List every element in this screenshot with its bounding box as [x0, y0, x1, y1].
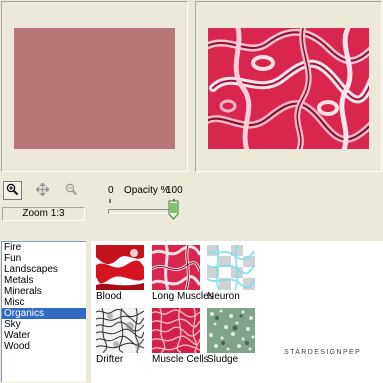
- organics-texture-preview: [208, 28, 369, 149]
- thumbnail-blood[interactable]: Blood: [96, 245, 146, 308]
- blood-texture-image: [96, 245, 144, 290]
- result-preview-panel: [195, 1, 382, 172]
- drifter-texture-image: [96, 308, 144, 353]
- zoom-in-button[interactable]: [3, 181, 22, 200]
- zoom-out-icon: [65, 183, 78, 199]
- pan-button[interactable]: [33, 181, 52, 200]
- long-muscles-texture-image: [152, 245, 200, 290]
- neuron-texture-image: [207, 245, 255, 290]
- zoom-out-button[interactable]: [62, 181, 81, 200]
- category-item-fun[interactable]: Fun: [2, 253, 86, 264]
- thumbnail-drifter[interactable]: Drifter: [96, 308, 146, 371]
- sludge-texture-image: [207, 308, 255, 353]
- zoom-in-icon: [6, 183, 19, 199]
- category-item-metals[interactable]: Metals: [2, 275, 86, 286]
- thumbnail-caption: Muscle Cells: [152, 354, 209, 365]
- category-item-minerals[interactable]: Minerals: [2, 286, 86, 297]
- source-color-swatch: [14, 28, 175, 149]
- thumbnail-neuron[interactable]: Neuron: [207, 245, 257, 308]
- opacity-max-label: 100: [166, 185, 183, 196]
- thumbnail-caption: Blood: [96, 291, 122, 302]
- zoom-level-display: Zoom 1:3: [2, 207, 85, 221]
- stardesign-logo: STARDESIGNPEP: [284, 349, 362, 356]
- source-preview-panel: [1, 1, 188, 172]
- thumbnail-muscle-cells[interactable]: Muscle Cells: [152, 308, 209, 371]
- opacity-label: Opacity %: [124, 185, 170, 196]
- opacity-slider-thumb[interactable]: [168, 200, 179, 220]
- thumbnail-caption: Long Muscles: [152, 291, 214, 302]
- category-item-organics[interactable]: Organics: [2, 308, 86, 319]
- category-item-sky[interactable]: Sky: [2, 319, 86, 330]
- opacity-min-label: 0: [108, 185, 114, 196]
- thumbnail-caption: Neuron: [207, 291, 240, 302]
- category-item-fire[interactable]: Fire: [2, 242, 86, 253]
- category-item-landscapes[interactable]: Landscapes: [2, 264, 86, 275]
- category-item-water[interactable]: Water: [2, 330, 86, 341]
- muscle-cells-texture-image: [152, 308, 200, 353]
- category-item-wood[interactable]: Wood: [2, 341, 86, 352]
- thumbnail-sludge[interactable]: Sludge: [207, 308, 257, 371]
- pan-move-icon: [35, 181, 50, 199]
- category-item-misc[interactable]: Misc: [2, 297, 86, 308]
- category-listbox[interactable]: Fire Fun Landscapes Metals Minerals Misc Organ…: [1, 241, 86, 382]
- thumbnail-caption: Drifter: [96, 354, 124, 365]
- texture-thumbnail-grid: Blood Long Muscles Neuron Drifter Muscle…: [91, 241, 383, 383]
- thumbnail-long-muscles[interactable]: Long Muscles: [152, 245, 214, 308]
- thumbnail-caption: Sludge: [207, 354, 239, 365]
